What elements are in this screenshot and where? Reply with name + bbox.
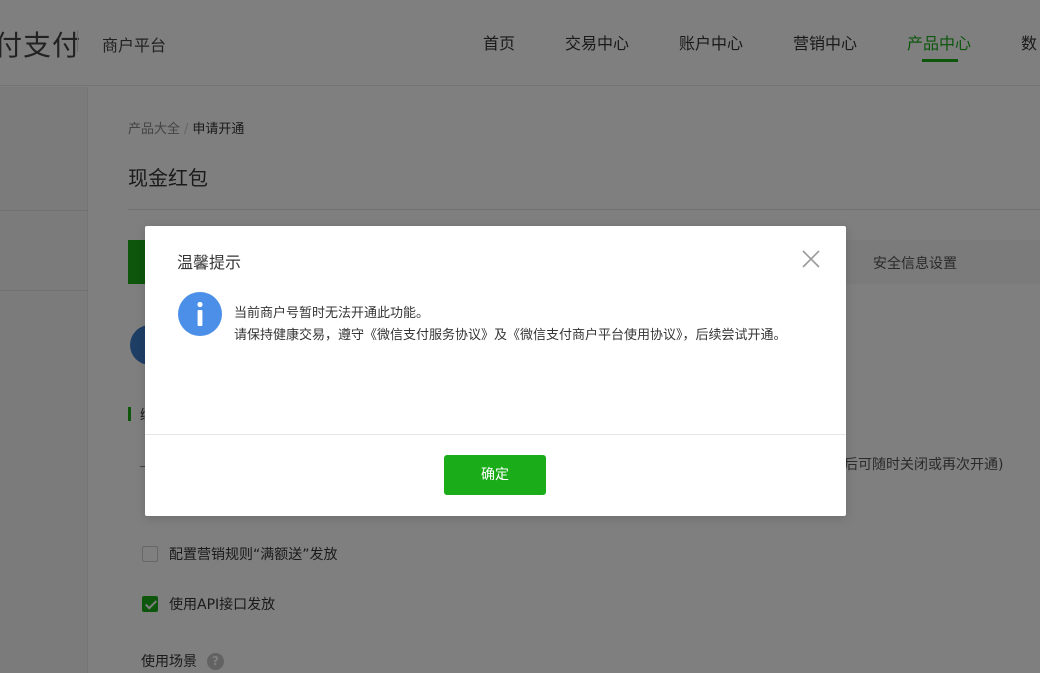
dialog-footer-divider xyxy=(145,434,846,435)
confirm-button[interactable]: 确定 xyxy=(444,455,546,495)
dialog-message-line2: 请保持健康交易，遵守《微信支付服务协议》及《微信支付商户平台使用协议》，后续尝试… xyxy=(234,328,787,343)
info-icon xyxy=(178,292,222,336)
dialog-title: 温馨提示 xyxy=(177,253,242,272)
dialog-message-line1: 当前商户号暂时无法开通此功能。 xyxy=(234,306,430,321)
notice-dialog: 温馨提示 当前商户号暂时无法开通此功能。 请保持健康交易，遵守《微信支付服务协议… xyxy=(145,226,846,516)
dialog-message: 当前商户号暂时无法开通此功能。 请保持健康交易，遵守《微信支付服务协议》及《微信… xyxy=(234,303,824,347)
close-icon[interactable] xyxy=(800,248,822,270)
